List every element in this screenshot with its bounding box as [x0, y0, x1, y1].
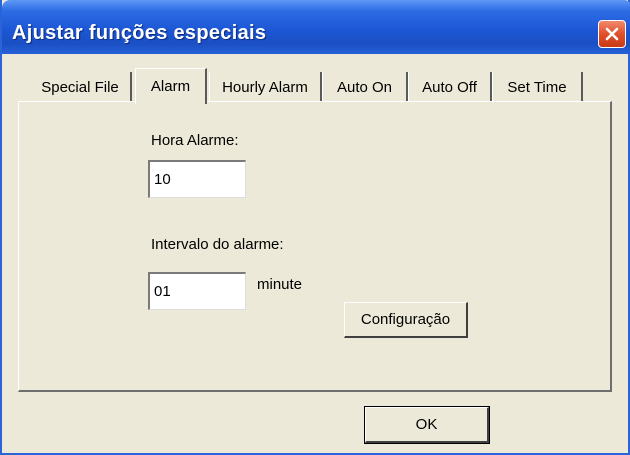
alarm-interval-label: Intervalo do alarme: — [151, 236, 284, 253]
tab-auto-on[interactable]: Auto On — [322, 72, 408, 102]
tab-hourly-alarm[interactable]: Hourly Alarm — [209, 72, 322, 102]
tab-alarm[interactable]: Alarm — [135, 68, 207, 104]
tab-label: Set Time — [507, 78, 567, 96]
title-bar[interactable]: Ajustar funções especiais — [2, 0, 630, 54]
interval-unit-label: minute — [257, 276, 303, 293]
close-button[interactable] — [598, 20, 626, 48]
tab-special-file[interactable]: Special File — [30, 72, 132, 102]
hour-alarm-input[interactable] — [148, 160, 246, 198]
tab-label: Auto Off — [422, 78, 477, 96]
window-title: Ajustar funções especiais — [12, 22, 267, 44]
configuration-button-label: Configuração — [360, 311, 451, 328]
tab-set-time[interactable]: Set Time — [492, 72, 583, 102]
close-icon — [605, 27, 619, 41]
tab-auto-off[interactable]: Auto Off — [408, 72, 492, 102]
tab-label: Hourly Alarm — [222, 78, 308, 96]
ok-button-label: OK — [415, 416, 438, 433]
tab-panel-alarm — [18, 101, 612, 392]
configuration-button[interactable]: Configuração — [344, 302, 468, 338]
tab-label: Auto On — [336, 78, 393, 96]
hour-alarm-label: Hora Alarme: — [151, 132, 239, 149]
tab-label: Alarm — [150, 78, 191, 95]
alarm-interval-input[interactable] — [148, 272, 246, 310]
tab-label: Special File — [41, 78, 119, 96]
ok-button[interactable]: OK — [364, 406, 490, 444]
dialog-window: Ajustar funções especiais Special File A… — [0, 0, 630, 455]
